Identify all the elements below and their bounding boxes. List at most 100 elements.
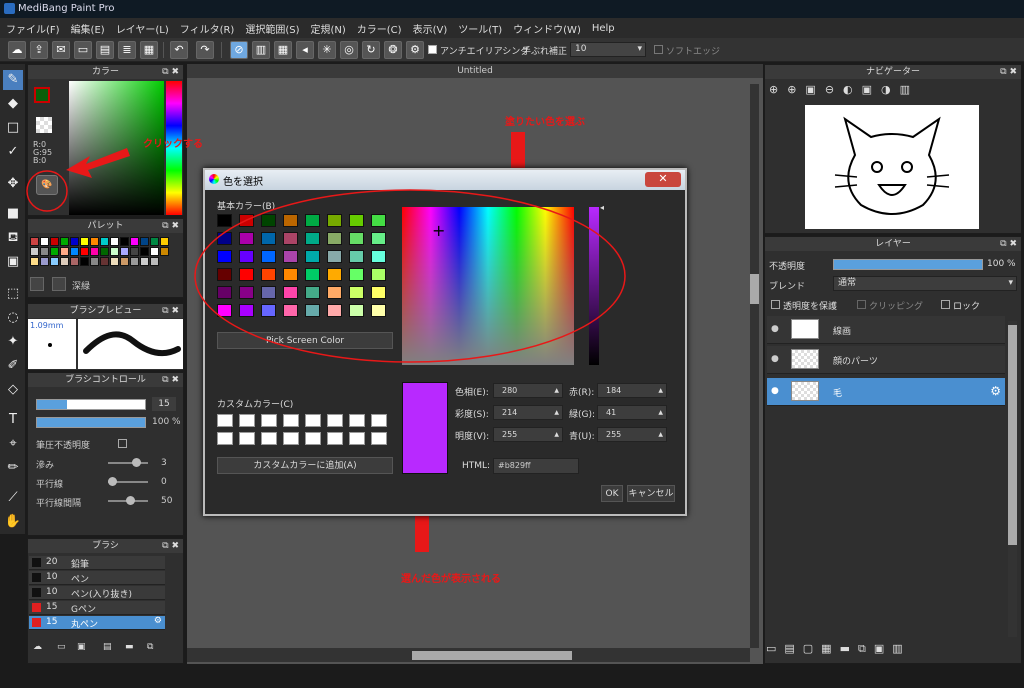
palette-swatch[interactable] (30, 247, 39, 256)
custom-color-grid[interactable] (217, 414, 393, 450)
hand-tool-icon[interactable]: ✋ (3, 512, 23, 532)
palette-swatch[interactable] (140, 237, 149, 246)
palette-swatch[interactable] (110, 247, 119, 256)
chat-icon[interactable]: ✉ (52, 41, 70, 59)
palette-swatch[interactable] (130, 247, 139, 256)
custom-color-swatch[interactable] (327, 432, 343, 445)
protect-alpha-checkbox[interactable] (771, 300, 780, 309)
folder-icon[interactable]: ▬ (125, 642, 134, 652)
menu-window[interactable]: ウィンドウ(W) (513, 21, 581, 36)
vertical-scrollbar[interactable] (750, 84, 759, 648)
value-input[interactable]: 255 (493, 427, 563, 442)
layer-scrollbar[interactable] (1008, 321, 1017, 637)
close-icon[interactable]: ⧉ ✖ (1000, 65, 1017, 79)
navigator-thumbnail[interactable] (805, 105, 979, 229)
cloud-icon[interactable]: ☁ (33, 642, 42, 652)
select-tool-icon[interactable]: ⬚ (3, 284, 23, 304)
snap-parallel-icon[interactable]: ▥ (252, 41, 270, 59)
parallel-gap-slider[interactable] (108, 496, 148, 505)
custom-color-swatch[interactable] (349, 414, 365, 427)
lock-checkbox[interactable] (941, 300, 950, 309)
palette-swatch[interactable] (70, 257, 79, 266)
select-pen-icon[interactable]: ✐ (3, 356, 23, 376)
brush-size-value[interactable]: 15 (152, 397, 176, 411)
custom-color-swatch[interactable] (283, 414, 299, 427)
add-custom-color-button[interactable]: カスタムカラーに追加(A) (217, 457, 393, 474)
snap-curve-icon[interactable]: ↻ (362, 41, 380, 59)
gear-icon[interactable]: ⚙ (154, 616, 162, 626)
line-tool-icon[interactable]: ✓ (3, 142, 23, 162)
settings-icon[interactable]: ⚙ (406, 41, 424, 59)
brush-opacity-slider[interactable] (36, 417, 146, 428)
gradient-tool-icon[interactable]: ▣ (3, 252, 23, 272)
palette-swatch[interactable] (130, 237, 139, 246)
snap-circle-icon[interactable]: ◎ (340, 41, 358, 59)
close-icon[interactable]: ⧉ ✖ (162, 65, 179, 79)
snap-grid-icon[interactable]: ▦ (274, 41, 292, 59)
custom-color-swatch[interactable] (239, 432, 255, 445)
trash-icon[interactable] (52, 277, 66, 291)
red-input[interactable]: 184 (597, 383, 667, 398)
menu-edit[interactable]: 編集(E) (71, 21, 105, 36)
cloud-icon[interactable]: ☁ (8, 41, 26, 59)
html-input[interactable]: #b829ff (493, 458, 579, 474)
palette-swatch[interactable] (100, 257, 109, 266)
add-palette-icon[interactable] (30, 277, 44, 291)
select-eraser-icon[interactable]: ◇ (3, 380, 23, 400)
lasso-tool-icon[interactable]: ◌ (3, 308, 23, 328)
palette-swatch[interactable] (90, 237, 99, 246)
custom-color-swatch[interactable] (371, 414, 387, 427)
antialias-checkbox[interactable] (428, 45, 437, 54)
custom-color-swatch[interactable] (349, 432, 365, 445)
menu-file[interactable]: ファイル(F) (6, 21, 60, 36)
palette-swatch[interactable] (160, 247, 169, 256)
redo-icon[interactable]: ↷ (196, 41, 214, 59)
brush-tool-icon[interactable]: ✎ (3, 70, 23, 90)
menu-select[interactable]: 選択範囲(S) (245, 21, 299, 36)
custom-color-swatch[interactable] (261, 432, 277, 445)
layer-opacity-slider[interactable] (833, 259, 983, 270)
palette-swatch[interactable] (90, 247, 99, 256)
navigator-toolbar[interactable]: ⊕⊕▣⊖◐▣◑▥ (769, 83, 969, 101)
custom-color-swatch[interactable] (283, 432, 299, 445)
eraser-tool-icon[interactable]: ◆ (3, 94, 23, 114)
blend-select[interactable]: 通常 ▾ (833, 276, 1017, 291)
close-icon[interactable]: ⧉ ✖ (162, 304, 179, 318)
custom-color-swatch[interactable] (239, 414, 255, 427)
palette-swatch[interactable] (60, 257, 69, 266)
palette-swatch[interactable] (80, 237, 89, 246)
visibility-icon[interactable]: ● (771, 354, 779, 364)
palette-swatch[interactable] (130, 257, 139, 266)
soft-edge-checkbox[interactable] (654, 45, 663, 54)
brush-item[interactable]: 10 ペン(入り抜き) (29, 586, 165, 600)
palette-swatch[interactable] (120, 237, 129, 246)
blur-slider[interactable] (108, 458, 148, 467)
divide-tool-icon[interactable]: ⌖ (3, 434, 23, 454)
move-tool-icon[interactable]: ✥ (3, 174, 23, 194)
palette-swatch[interactable] (150, 247, 159, 256)
hue-input[interactable]: 280 (493, 383, 563, 398)
close-icon[interactable]: ✕ (645, 172, 681, 187)
palette-swatch[interactable] (70, 237, 79, 246)
palette-swatch[interactable] (50, 257, 59, 266)
brush-item[interactable]: 10 ペン (29, 571, 165, 585)
document-icon[interactable]: ▤ (96, 41, 114, 59)
parallel-slider[interactable] (108, 477, 148, 486)
foreground-color[interactable] (34, 87, 50, 103)
menu-filter[interactable]: フィルタ(R) (180, 21, 235, 36)
green-input[interactable]: 41 (597, 405, 667, 420)
menu-tool[interactable]: ツール(T) (458, 21, 502, 36)
canvas-tab[interactable]: Untitled (187, 64, 763, 78)
palette-swatch[interactable] (30, 257, 39, 266)
palette-swatch[interactable] (100, 237, 109, 246)
palette-swatch[interactable] (60, 237, 69, 246)
palette-swatch[interactable] (50, 247, 59, 256)
snap-perspective-icon[interactable]: ◂ (296, 41, 314, 59)
snap-radial-icon[interactable]: ✳ (318, 41, 336, 59)
palette-swatch[interactable] (120, 247, 129, 256)
cancel-button[interactable]: キャンセル (627, 485, 675, 502)
share-icon[interactable]: ⇪ (30, 41, 48, 59)
palette-swatch[interactable] (150, 257, 159, 266)
fill-rect-tool-icon[interactable]: ■ (3, 204, 23, 224)
frame-icon[interactable]: ▦ (140, 41, 158, 59)
